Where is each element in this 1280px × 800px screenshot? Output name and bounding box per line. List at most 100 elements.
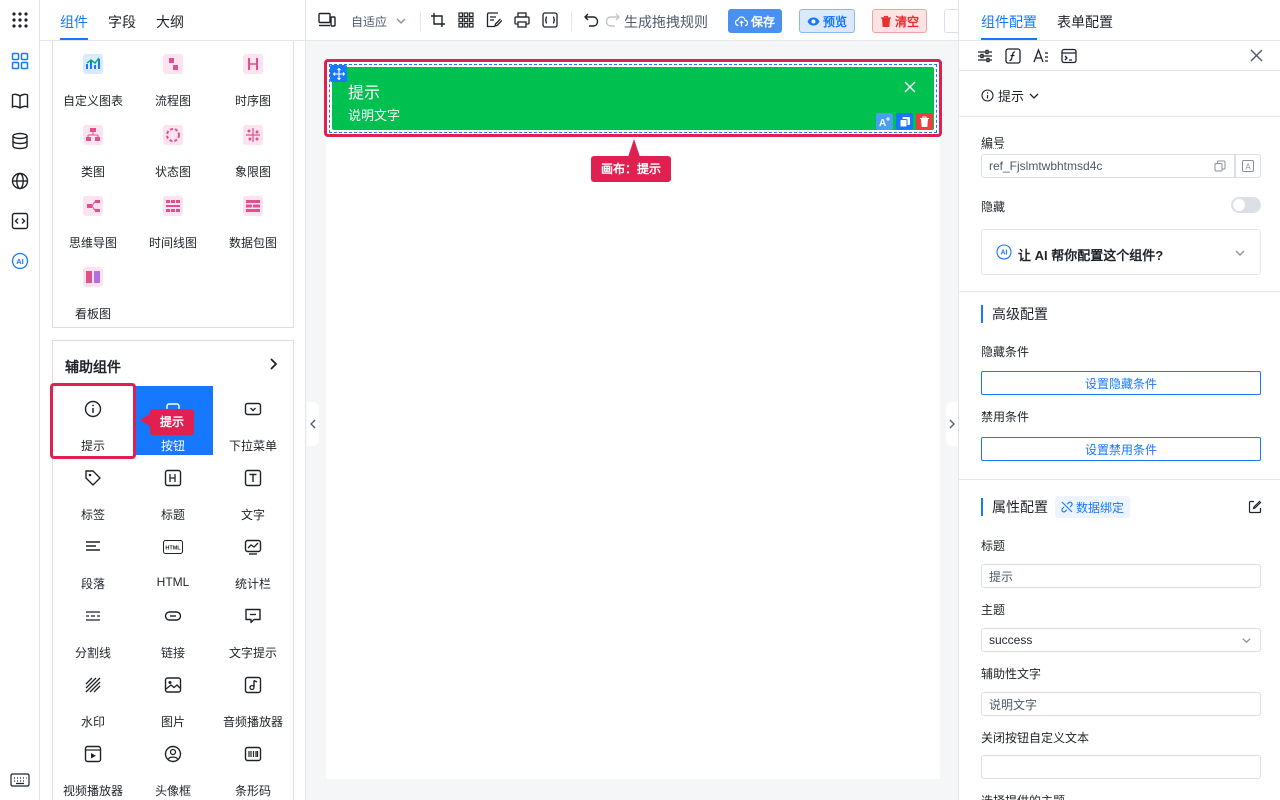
ai-icon[interactable]: AI: [9, 250, 31, 272]
set-hide-condition-button[interactable]: 设置隐藏条件: [981, 371, 1261, 395]
component-heading[interactable]: 标题: [133, 455, 213, 524]
code-icon[interactable]: [9, 210, 31, 232]
component-tag[interactable]: 标签: [53, 455, 133, 524]
collapse-left-panel-button[interactable]: [307, 402, 319, 446]
globe-icon[interactable]: [9, 170, 31, 192]
component-label: 下拉菜单: [213, 437, 293, 454]
close-text-input[interactable]: [981, 755, 1261, 779]
component-label: 视频播放器: [53, 782, 133, 799]
json-icon[interactable]: [541, 11, 559, 29]
code-window-icon[interactable]: [1061, 48, 1077, 64]
print-icon[interactable]: [513, 11, 531, 29]
component-barcode[interactable]: 条形码: [213, 731, 293, 800]
tooltip-icon: [244, 607, 262, 625]
id-input[interactable]: ref_Fjslmtwbhtmsd4c: [981, 154, 1235, 178]
component-label: 标签: [53, 506, 133, 523]
redo-icon[interactable]: [604, 11, 622, 29]
device-icon[interactable]: [318, 11, 336, 29]
hidden-switch[interactable]: [1231, 197, 1261, 213]
component-avatar[interactable]: 头像框: [133, 731, 213, 800]
edit-icon[interactable]: [1248, 500, 1262, 514]
sliders-icon[interactable]: [977, 48, 993, 64]
cloud-upload-icon: [735, 15, 748, 28]
chevron-right-icon[interactable]: [267, 357, 281, 371]
collapse-right-panel-button[interactable]: [946, 402, 958, 446]
component-state-diagram[interactable]: 状态图: [133, 112, 213, 181]
divider: [959, 291, 1280, 292]
more-toolbar-button[interactable]: [944, 9, 958, 33]
component-timeline[interactable]: 时间线图: [133, 183, 213, 252]
ai-icon: AI: [996, 244, 1012, 260]
id-text-toggle-icon[interactable]: A: [1235, 154, 1261, 178]
canvas-tooltip-text: 画布：提示: [591, 156, 671, 182]
video-icon: [84, 745, 102, 763]
chevron-down-icon[interactable]: [392, 12, 410, 30]
svg-text:AI: AI: [16, 257, 24, 266]
component-label: 思维导图: [53, 234, 133, 251]
hidden-label: 隐藏: [981, 198, 1005, 215]
tab-components[interactable]: 组件: [60, 12, 88, 32]
component-html[interactable]: HTML HTML: [133, 524, 213, 593]
component-flowchart[interactable]: 流程图: [133, 41, 213, 110]
ai-prompt: 让 AI 帮你配置这个组件?: [1018, 245, 1163, 264]
component-dropdown[interactable]: 下拉菜单: [213, 386, 293, 455]
component-type-select[interactable]: 提示: [981, 86, 1040, 105]
function-icon[interactable]: [1005, 48, 1021, 64]
grid-icon[interactable]: [457, 11, 475, 29]
tag-icon: [84, 469, 102, 487]
generate-rules-link[interactable]: 生成拖拽规则: [624, 12, 708, 32]
tab-component-config[interactable]: 组件配置: [981, 12, 1037, 32]
description-input[interactable]: 说明文字: [981, 692, 1261, 716]
database-icon[interactable]: [9, 130, 31, 152]
component-quadrant-chart[interactable]: 象限图: [213, 112, 293, 181]
tab-fields[interactable]: 字段: [108, 12, 136, 32]
component-kanban[interactable]: 看板图: [53, 254, 133, 323]
component-divider[interactable]: 分割线: [53, 593, 133, 662]
copy-icon[interactable]: [1214, 160, 1226, 172]
close-icon[interactable]: [1250, 49, 1263, 62]
preview-button[interactable]: 预览: [799, 9, 855, 33]
ai-assistant-panel[interactable]: AI 让 AI 帮你配置这个组件?: [981, 229, 1261, 275]
quadrant-chart-icon: [243, 125, 263, 145]
component-tooltip[interactable]: 文字提示: [213, 593, 293, 662]
props-config-title: 属性配置: [981, 498, 1048, 516]
left-tabs: 组件 字段 大纲: [40, 0, 306, 41]
component-class-diagram[interactable]: 类图: [53, 112, 133, 181]
crop-icon[interactable]: [429, 11, 447, 29]
components-icon[interactable]: [9, 50, 31, 72]
book-icon[interactable]: [9, 90, 31, 112]
apps-grid-icon[interactable]: [9, 9, 31, 31]
component-audio-player[interactable]: 音频播放器: [213, 662, 293, 731]
component-link[interactable]: 链接: [133, 593, 213, 662]
title-input[interactable]: 提示: [981, 564, 1261, 588]
adapt-select[interactable]: 自适应: [351, 13, 387, 30]
theme-select[interactable]: success: [981, 628, 1261, 652]
component-text[interactable]: 文字: [213, 455, 293, 524]
save-button[interactable]: 保存: [728, 9, 782, 33]
component-label: 标题: [133, 506, 213, 523]
chevron-down-icon: [1028, 90, 1040, 102]
advanced-config-title: 高级配置: [981, 305, 1048, 323]
edit-document-icon[interactable]: [485, 11, 503, 29]
component-paragraph[interactable]: 段落: [53, 524, 133, 593]
component-image[interactable]: 图片: [133, 662, 213, 731]
component-label: 时序图: [213, 92, 293, 109]
tab-outline[interactable]: 大纲: [156, 12, 184, 32]
component-video-player[interactable]: 视频播放器: [53, 731, 133, 800]
text-style-icon[interactable]: [1033, 48, 1049, 64]
theme-value: success: [989, 633, 1032, 647]
keyboard-icon[interactable]: [9, 769, 31, 791]
component-mind-map[interactable]: 思维导图: [53, 183, 133, 252]
data-binding-tag[interactable]: 数据绑定: [1055, 496, 1130, 518]
component-packet-diagram[interactable]: 数据包图: [213, 183, 293, 252]
tab-form-config[interactable]: 表单配置: [1057, 12, 1113, 32]
component-sequence-diagram[interactable]: 时序图: [213, 41, 293, 110]
undo-icon[interactable]: [582, 11, 600, 29]
component-watermark[interactable]: 水印: [53, 662, 133, 731]
component-label: 段落: [53, 575, 133, 592]
set-disable-condition-button[interactable]: 设置禁用条件: [981, 437, 1261, 461]
component-custom-chart[interactable]: 自定义图表: [53, 41, 133, 110]
component-label: 音频播放器: [213, 713, 293, 730]
clear-button[interactable]: 清空: [872, 9, 927, 33]
component-stats-bar[interactable]: 统计栏: [213, 524, 293, 593]
